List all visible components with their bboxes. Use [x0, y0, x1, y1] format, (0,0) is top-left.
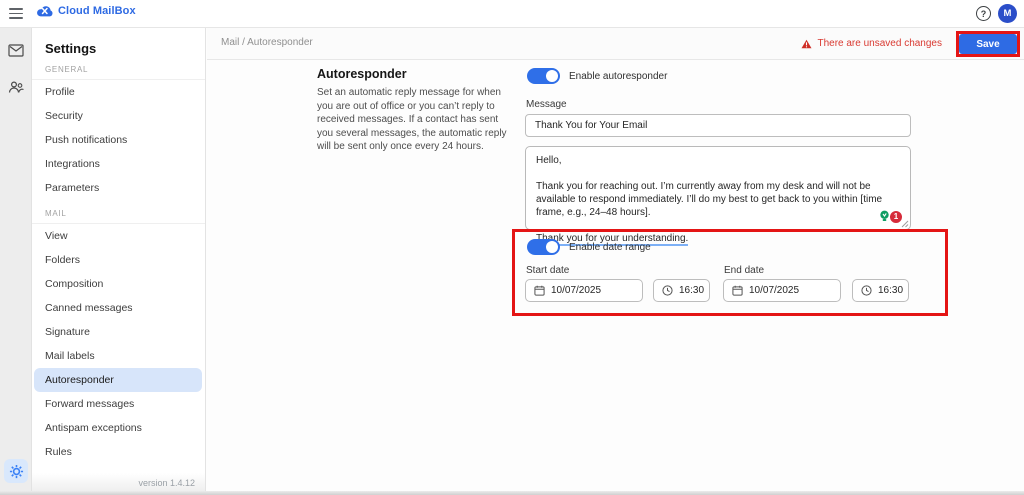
calendar-icon: [732, 285, 743, 296]
clock-icon: [861, 285, 872, 296]
sidebar-item-composition[interactable]: Composition: [34, 272, 202, 296]
message-label: Message: [526, 99, 567, 110]
end-time-value: 16:30: [878, 285, 903, 296]
enable-date-range-label: Enable date range: [569, 242, 651, 253]
end-date-input[interactable]: 10/07/2025: [723, 279, 841, 302]
end-date-value: 10/07/2025: [749, 285, 799, 296]
breadcrumb[interactable]: Mail / Autoresponder: [221, 37, 313, 48]
app-name: Cloud MailBox: [58, 5, 136, 17]
contacts-icon[interactable]: [8, 80, 24, 96]
calendar-icon: [534, 285, 545, 296]
app-window: Cloud MailBox ? M Settings GENERAL Profi…: [0, 0, 1024, 495]
sidebar-item-push-notifications[interactable]: Push notifications: [34, 128, 202, 152]
sidebar-item-integrations[interactable]: Integrations: [34, 152, 202, 176]
end-time-input[interactable]: 16:30: [852, 279, 909, 302]
warning-triangle-icon: [801, 39, 812, 49]
sidebar-item-folders[interactable]: Folders: [34, 248, 202, 272]
sidebar-item-profile[interactable]: Profile: [34, 80, 202, 104]
end-date-label: End date: [724, 265, 764, 276]
autoreply-body-textarea[interactable]: Hello, Thank you for reaching out. I’m c…: [525, 146, 911, 230]
sidebar-item-security[interactable]: Security: [34, 104, 202, 128]
start-time-value: 16:30: [679, 285, 704, 296]
start-time-input[interactable]: 16:30: [653, 279, 710, 302]
user-avatar[interactable]: M: [998, 4, 1017, 23]
sidebar-item-mail-labels[interactable]: Mail labels: [34, 344, 202, 368]
window-bottom-edge: [0, 491, 1024, 495]
textarea-resize-handle[interactable]: [901, 220, 909, 228]
settings-sidebar: Settings GENERAL Profile Security Push n…: [32, 28, 206, 495]
sidebar-item-canned-messages[interactable]: Canned messages: [34, 296, 202, 320]
start-date-input[interactable]: 10/07/2025: [525, 279, 643, 302]
unsaved-changes-text: There are unsaved changes: [817, 38, 942, 49]
body-line-greeting: Hello,: [536, 154, 900, 167]
message-subject-input[interactable]: [525, 114, 911, 137]
sidebar-item-autoresponder[interactable]: Autoresponder: [34, 368, 202, 392]
app-rail: [0, 28, 32, 495]
page-header-bar: Mail / Autoresponder There are unsaved c…: [207, 28, 1024, 60]
sidebar-item-antispam-exceptions[interactable]: Antispam exceptions: [34, 416, 202, 440]
cloud-logo-icon: [36, 4, 54, 18]
sidebar-item-forward-messages[interactable]: Forward messages: [34, 392, 202, 416]
section-title: Autoresponder: [317, 67, 407, 81]
annotation-box-save: Save: [956, 31, 1020, 57]
top-bar: Cloud MailBox ? M: [0, 0, 1024, 28]
toggle-knob: [546, 241, 558, 253]
sidebar-item-rules[interactable]: Rules: [34, 440, 202, 464]
sidebar-item-signature[interactable]: Signature: [34, 320, 202, 344]
sidebar-item-parameters[interactable]: Parameters: [34, 176, 202, 200]
mail-icon[interactable]: [8, 44, 24, 60]
grammar-checker-widget: 1: [877, 209, 903, 224]
start-date-label: Start date: [526, 265, 569, 276]
toggle-knob: [546, 70, 558, 82]
sidebar-section-general: GENERAL: [45, 65, 205, 74]
save-button[interactable]: Save: [959, 34, 1017, 54]
clock-icon: [662, 285, 673, 296]
enable-autoresponder-toggle[interactable]: [527, 68, 560, 84]
app-logo: Cloud MailBox: [36, 4, 136, 18]
unsaved-changes-warning: There are unsaved changes: [801, 38, 942, 49]
settings-gear-icon[interactable]: [4, 459, 28, 483]
sidebar-item-view[interactable]: View: [34, 224, 202, 248]
enable-autoresponder-label: Enable autoresponder: [569, 71, 667, 82]
sidebar-title: Settings: [45, 41, 195, 56]
body-line-main: Thank you for reaching out. I’m currentl…: [536, 180, 900, 219]
version-label: version 1.4.12: [138, 478, 195, 488]
enable-date-range-toggle[interactable]: [527, 239, 560, 255]
help-icon[interactable]: ?: [976, 6, 991, 21]
autoresponder-settings-panel: Autoresponder Set an automatic reply mes…: [207, 60, 1024, 495]
section-description: Set an automatic reply message for when …: [317, 86, 517, 154]
start-date-value: 10/07/2025: [551, 285, 601, 296]
sidebar-section-mail: MAIL: [45, 209, 205, 218]
hamburger-menu-icon[interactable]: [9, 8, 23, 19]
